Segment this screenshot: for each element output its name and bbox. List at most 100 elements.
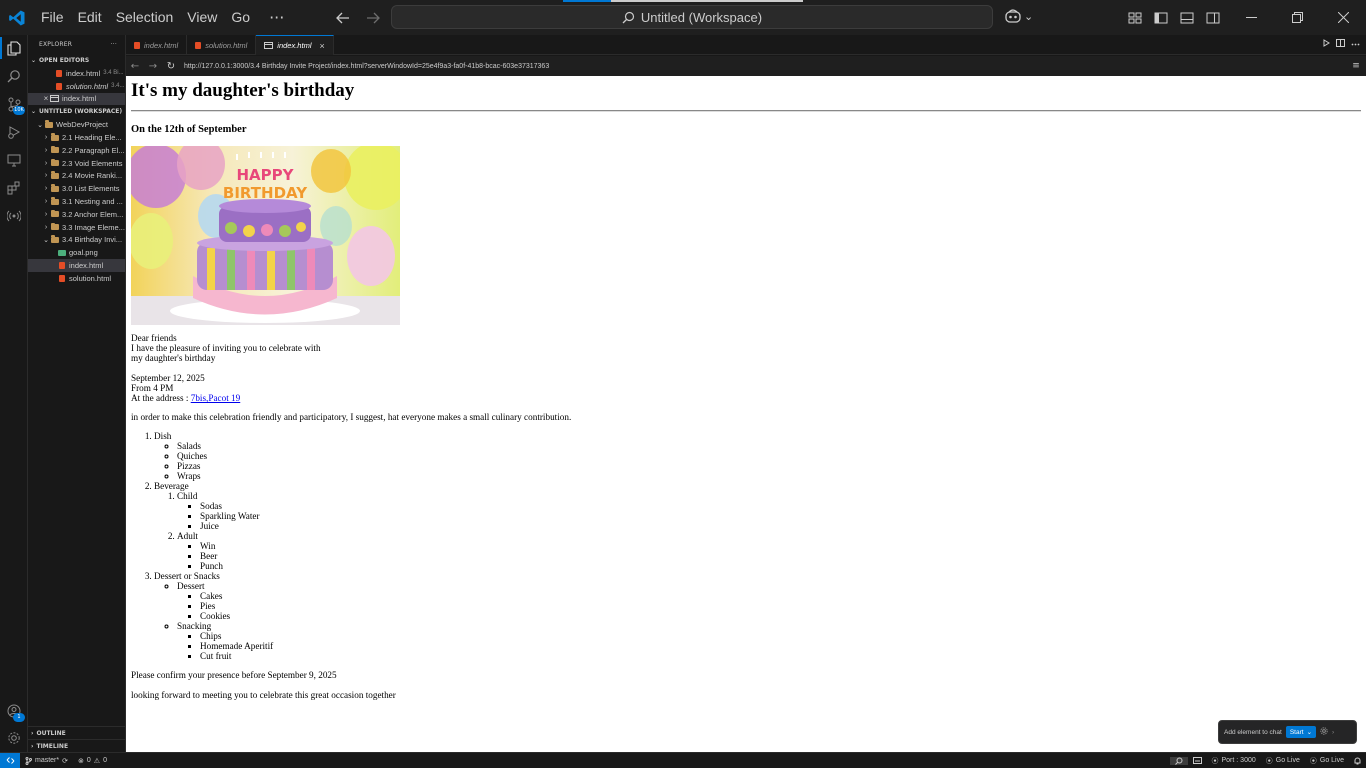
folder-item[interactable]: › 3.2 Anchor Elem... [28,208,125,221]
html-file-icon [54,82,63,90]
menu-file[interactable]: File [34,0,71,35]
tab-solution-html[interactable]: solution.html [187,35,257,55]
browser-back-icon[interactable]: ← [126,61,144,72]
chevron-right-icon: › [44,185,48,193]
folder-item[interactable]: › 3.3 Image Eleme... [28,221,125,234]
status-bar: master* ⟳ ⊗ 0 ⚠ 0 ⦿ Port : 3000 ⦿ Go Liv… [0,752,1366,768]
back-arrow-icon[interactable] [332,8,354,28]
intro-line: my daughter's birthday [131,353,216,363]
address-bar[interactable]: http://127.0.0.1:3000/3.4 Birthday Invit… [184,59,1346,73]
activity-bar: 10K 1 [0,35,28,752]
close-tab-icon[interactable]: × [319,41,324,51]
chevron-right-icon: › [44,210,48,218]
minimize-icon[interactable] [1228,0,1274,35]
explorer-icon[interactable] [0,35,28,61]
list-item: Dish Salads Quiches Pizzas Wraps [154,431,1361,481]
menu-view[interactable]: View [180,0,224,35]
add-element-label: Add element to chat [1224,728,1282,736]
problems-indicator[interactable]: ⊗ 0 ⚠ 0 [73,757,112,765]
menu-go[interactable]: Go [224,0,257,35]
run-icon[interactable] [1323,39,1330,49]
explorer-sidebar: EXPLORER ··· ⌄ OPEN EDITORS index.html 3… [28,35,126,752]
tab-index-preview[interactable]: index.html × [256,35,334,55]
reload-icon[interactable]: ↻ [162,61,180,72]
file-item[interactable]: solution.html [28,272,125,285]
go-live-button-2[interactable]: ⦿ Go Live [1305,756,1349,766]
forward-arrow-icon[interactable] [362,8,384,28]
customize-layout-icon[interactable] [1124,8,1146,28]
outline-header[interactable]: › OUTLINE [28,726,125,739]
close-window-icon[interactable] [1320,0,1366,35]
folder-item-open[interactable]: ⌄ 3.4 Birthday Invi... [28,234,125,247]
browser-menu-icon[interactable]: ≡ [1346,61,1366,71]
chevron-right-icon[interactable]: › [1332,729,1334,736]
html-file-icon [134,41,140,49]
folder-item[interactable]: › 2.1 Heading Ele... [28,131,125,144]
list-item: Dessert Cakes Pies Cookies [177,581,1361,621]
ports-icon[interactable] [1188,757,1207,764]
open-editors-header[interactable]: ⌄ OPEN EDITORS [28,54,125,67]
port-indicator[interactable]: ⦿ Port : 3000 [1207,756,1261,766]
workspace-header[interactable]: ⌄ UNTITLED (WORKSPACE) [28,105,125,118]
open-editor-item[interactable]: × index.html [28,92,125,106]
command-center-search[interactable]: Untitled (Workspace) [391,5,993,29]
menu-edit[interactable]: Edit [71,0,109,35]
toggle-primary-sidebar-icon[interactable] [1150,8,1172,28]
toggle-panel-icon[interactable] [1176,8,1198,28]
list-item: Pizzas [177,461,1361,471]
folder-icon [50,197,59,206]
folder-item[interactable]: › 3.0 List Elements [28,182,125,195]
open-editor-item[interactable]: solution.html 3.4... [28,80,125,93]
list-item: Dessert or Snacks Dessert Cakes Pies Coo… [154,571,1361,661]
tab-index-html[interactable]: index.html [126,35,188,55]
split-editor-icon[interactable] [1336,39,1345,49]
notifications-bell-icon[interactable] [1349,757,1366,765]
folder-item[interactable]: › 2.3 Void Elements [28,157,125,170]
run-debug-icon[interactable] [0,119,28,145]
broadcast-icon: ⦿ [1265,757,1273,765]
gear-icon[interactable] [0,725,28,751]
extensions-icon[interactable] [0,175,28,201]
file-item[interactable]: index.html [28,259,125,272]
branch-indicator[interactable]: master* ⟳ [20,756,73,765]
timeline-header[interactable]: › TIMELINE [28,739,125,752]
remote-explorer-icon[interactable] [0,147,28,173]
html-file-icon [54,69,63,77]
browser-forward-icon[interactable]: → [144,61,162,72]
more-actions-icon[interactable] [1351,39,1360,49]
settings-icon[interactable] [1320,727,1328,737]
zoom-icon[interactable] [1169,756,1188,765]
go-live-button[interactable]: ⦿ Go Live [1261,756,1305,766]
menu-more-button[interactable]: ··· [257,8,296,27]
folder-item[interactable]: › 2.4 Movie Ranki... [28,170,125,183]
list-item: Wraps [177,471,1361,481]
chevron-right-icon: › [31,742,34,750]
search-icon[interactable] [0,63,28,89]
explorer-more-button[interactable]: ··· [111,41,117,48]
folder-item[interactable]: › 3.1 Nesting and ... [28,195,125,208]
folder-item[interactable]: › 2.2 Paragraph El... [28,144,125,157]
start-button[interactable]: Start ⌄ [1285,726,1317,738]
menu-selection[interactable]: Selection [109,0,181,35]
remote-indicator-icon[interactable] [0,752,20,768]
folder-item-root[interactable]: ⌄ WebDevProject [28,118,125,131]
closing-text: looking forward to meeting you to celebr… [131,690,396,700]
list-item: Cookies [200,611,1361,621]
close-icon[interactable]: × [42,94,50,103]
page-heading: It's my daughter's birthday [131,80,355,101]
restore-icon[interactable] [1274,0,1320,35]
file-item[interactable]: goal.png [28,246,125,259]
vscode-logo-icon [0,0,34,35]
warning-icon: ⚠ [93,757,101,765]
toggle-secondary-sidebar-icon[interactable] [1202,8,1224,28]
live-share-icon[interactable] [0,203,28,229]
list-item: Cut fruit [200,651,1361,661]
chevron-right-icon: › [44,159,48,167]
open-editor-item[interactable]: index.html 3.4 Bi... [28,67,125,80]
preview-icon [264,42,274,49]
copilot-button[interactable]: ⌄ [1004,8,1033,24]
address-link[interactable]: 7bis,Pacot 19 [191,393,241,403]
source-control-icon[interactable]: 10K [0,91,28,117]
chevron-down-icon: ⌄ [37,121,43,129]
accounts-icon[interactable]: 1 [0,698,28,724]
